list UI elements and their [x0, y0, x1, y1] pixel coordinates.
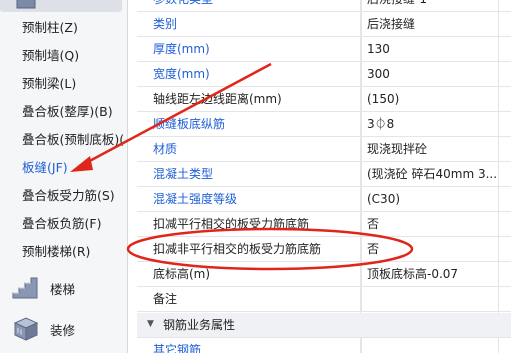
- property-value[interactable]: 现浇现拌砼: [361, 137, 498, 162]
- property-row[interactable]: 其它钢筋: [137, 338, 511, 353]
- sidebar-item-composite-slab-full[interactable]: 叠合板(整厚)(B): [0, 98, 127, 126]
- property-row[interactable]: 备注: [137, 287, 511, 312]
- column-divider: [360, 0, 361, 353]
- property-value[interactable]: 后浇接缝: [361, 12, 498, 37]
- prefab-group-icon: [16, 0, 36, 9]
- property-table: 参数化类型 后浇接缝-1 类别 后浇接缝 厚度(mm) 130 宽度(mm) 3…: [137, 0, 511, 353]
- sidebar-item-composite-slab-negative-rebar[interactable]: 叠合板负筋(F): [0, 210, 127, 238]
- property-value[interactable]: (现浇砼 碎石40mm 3...: [361, 162, 498, 187]
- sidebar-item-composite-slab-main-rebar[interactable]: 叠合板受力筋(S): [0, 182, 127, 210]
- property-value[interactable]: 后浇接缝-1: [361, 0, 498, 12]
- property-row[interactable]: 混凝土类型 (现浇砼 碎石40mm 3...: [137, 162, 511, 187]
- property-value[interactable]: (150): [361, 87, 498, 112]
- property-value[interactable]: 否: [361, 212, 498, 237]
- property-value[interactable]: 3⏀8: [361, 112, 498, 137]
- property-group-label: 钢筋业务属性: [163, 318, 236, 332]
- property-name: 扣减平行相交的板受力筋底筋: [153, 217, 310, 231]
- property-name: 宽度(mm): [153, 67, 210, 81]
- sidebar-item-prefab-column[interactable]: 预制柱(Z): [0, 14, 127, 42]
- sidebar-section-decoration[interactable]: 装修: [0, 311, 127, 347]
- property-row[interactable]: 参数化类型 后浇接缝-1: [137, 0, 511, 12]
- property-value[interactable]: 顶板底标高-0.07: [361, 262, 498, 287]
- section-label-stairs: 楼梯: [50, 281, 76, 297]
- property-group-rebar-business[interactable]: ▼ 钢筋业务属性: [137, 313, 511, 338]
- property-row[interactable]: 底标高(m) 顶板底标高-0.07: [137, 262, 511, 287]
- property-row[interactable]: 宽度(mm) 300: [137, 62, 511, 87]
- property-name: 扣减非平行相交的板受力筋底筋: [153, 242, 322, 256]
- property-name: 其它钢筋: [153, 343, 202, 353]
- table-right-border: [498, 0, 499, 353]
- property-row[interactable]: 扣减非平行相交的板受力筋底筋 否: [137, 237, 511, 262]
- property-row[interactable]: 厚度(mm) 130: [137, 37, 511, 62]
- property-row[interactable]: 材质 现浇现拌砼: [137, 137, 511, 162]
- property-name: 厚度(mm): [153, 42, 210, 56]
- property-row[interactable]: 混凝土强度等级 (C30): [137, 187, 511, 212]
- sidebar-item-slab-joint[interactable]: 板缝(JF): [0, 154, 127, 182]
- property-name: 轴线距左边线距离(mm): [153, 92, 282, 106]
- property-value[interactable]: [361, 287, 498, 312]
- decoration-icon: [13, 317, 39, 341]
- property-name: 底标高(m): [153, 267, 211, 281]
- stairs-icon: [12, 277, 38, 299]
- property-name: 参数化类型: [153, 0, 213, 12]
- sidebar-item-prefab-beam[interactable]: 预制梁(L): [0, 70, 127, 98]
- property-name: 混凝土类型: [153, 167, 214, 181]
- property-name: 备注: [153, 292, 178, 306]
- sidebar-item-prefab-stair[interactable]: 预制楼梯(R): [0, 238, 127, 266]
- property-name: 顺缝板底纵筋: [153, 117, 226, 131]
- property-value[interactable]: 130: [361, 37, 498, 62]
- sidebar-section-stairs[interactable]: 楼梯: [0, 270, 127, 306]
- property-row[interactable]: 顺缝板底纵筋 3⏀8: [137, 112, 511, 137]
- section-label-decoration: 装修: [50, 322, 76, 338]
- property-value[interactable]: 否: [361, 237, 498, 262]
- sidebar-item-prefab-wall[interactable]: 预制墙(Q): [0, 42, 127, 70]
- sidebar-item-composite-slab-precast-bottom[interactable]: 叠合板(预制底板)(: [0, 126, 127, 154]
- property-row[interactable]: 类别 后浇接缝: [137, 12, 511, 37]
- property-name: 类别: [153, 17, 178, 31]
- property-value[interactable]: 300: [361, 62, 498, 87]
- property-name: 材质: [153, 142, 178, 156]
- property-row[interactable]: 扣减平行相交的板受力筋底筋 否: [137, 212, 511, 237]
- property-value[interactable]: (C30): [361, 187, 498, 212]
- property-name: 混凝土强度等级: [153, 192, 238, 206]
- property-value[interactable]: [361, 338, 498, 353]
- property-row[interactable]: 轴线距左边线距离(mm) (150): [137, 87, 511, 112]
- component-sidebar: 预制柱(Z) 预制墙(Q) 预制梁(L) 叠合板(整厚)(B) 叠合板(预制底板…: [0, 0, 128, 353]
- collapse-caret-icon[interactable]: ▼: [147, 319, 154, 329]
